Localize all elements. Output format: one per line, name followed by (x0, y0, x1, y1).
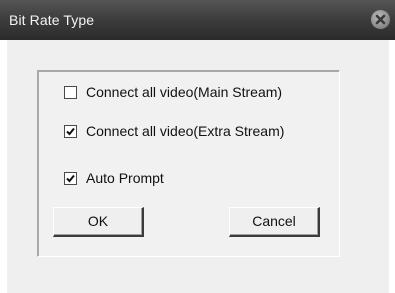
check-icon (66, 127, 75, 135)
checkbox-extra-stream[interactable] (64, 124, 77, 138)
option-label: Connect all video(Extra Stream) (86, 123, 285, 139)
option-label: Connect all video(Main Stream) (86, 84, 283, 100)
close-button[interactable] (371, 10, 390, 29)
left-frame (0, 40, 7, 293)
option-label: Auto Prompt (86, 170, 164, 186)
checkbox-main-stream[interactable] (64, 85, 77, 99)
title-bar: Bit Rate Type (0, 0, 395, 40)
ok-button[interactable]: OK (53, 207, 144, 237)
option-auto-prompt[interactable]: Auto Prompt (64, 170, 164, 186)
option-extra-stream[interactable]: Connect all video(Extra Stream) (64, 123, 284, 139)
option-main-stream[interactable]: Connect all video(Main Stream) (64, 84, 282, 100)
checkbox-auto-prompt[interactable] (64, 171, 77, 185)
check-icon (65, 87, 76, 98)
window-title: Bit Rate Type (9, 12, 95, 28)
cancel-button[interactable]: Cancel (229, 207, 320, 237)
right-frame (389, 40, 395, 293)
check-icon (66, 174, 75, 182)
